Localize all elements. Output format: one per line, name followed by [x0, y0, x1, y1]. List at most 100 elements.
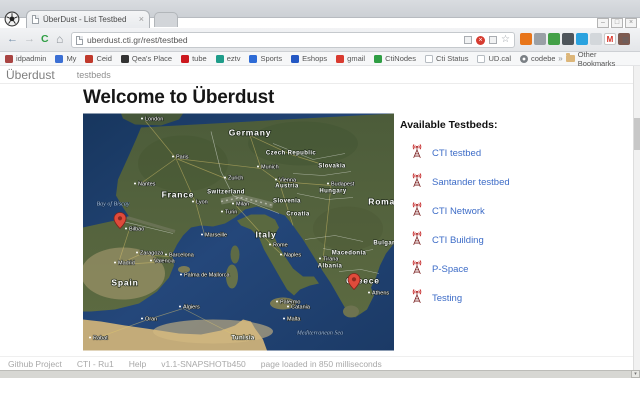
map-label: Madrid [118, 261, 135, 267]
other-bookmarks-label: Other Bookmarks [578, 50, 636, 68]
address-bar[interactable]: × ☆ [71, 32, 515, 48]
bookmark-item[interactable]: Ceid [85, 54, 111, 63]
testbed-link[interactable]: Santander testbed [432, 177, 510, 188]
footer-text: v1.1-SNAPSHOTb450 [161, 359, 246, 369]
extension-icon[interactable] [520, 33, 532, 45]
home-button[interactable]: ⌂ [56, 32, 63, 46]
bookmark-label: Ceid [96, 54, 111, 63]
page-action-icon[interactable] [464, 36, 472, 44]
map-city-dot [221, 211, 223, 213]
map-label: Italy [255, 230, 276, 240]
testbed-link[interactable]: CTI testbed [432, 148, 481, 159]
url-input[interactable] [87, 34, 460, 46]
bookmark-item[interactable]: Qea's Place [121, 54, 172, 63]
bookmark-label: CtiNodes [385, 54, 416, 63]
bookmark-item[interactable]: My [55, 54, 76, 63]
map-label: Malta [287, 317, 301, 323]
bookmark-item[interactable]: Eshops [291, 54, 327, 63]
vertical-scrollbar[interactable] [633, 66, 640, 370]
bookmark-item[interactable]: UD.cal [477, 54, 511, 63]
map-label: Valencia [154, 259, 176, 265]
bookmark-item[interactable]: codebenderio... [520, 54, 555, 63]
map-label: Marseille [205, 233, 227, 239]
map-city-dot [134, 183, 136, 185]
map-label: Mediterranean Sea [296, 331, 343, 337]
page-title: Welcome to Überdust [83, 87, 274, 109]
close-button[interactable]: × [625, 18, 637, 28]
testbed-link[interactable]: P-Space [432, 264, 468, 275]
map-city-dot [257, 166, 259, 168]
map-city-dot [165, 254, 167, 256]
map-label: Turin [225, 210, 237, 216]
adblock-icon[interactable]: × [476, 36, 485, 45]
scrollbar-thumb[interactable] [634, 118, 640, 150]
map-city-dot [125, 228, 127, 230]
testbed-list-item: CTI Network [400, 197, 580, 226]
bookmark-item[interactable]: Cti Status [425, 54, 469, 63]
footer-text: page loaded in 850 milliseconds [261, 359, 382, 369]
europe-map[interactable]: LondonGermanyCzech RepublicParisSlovakia… [83, 113, 394, 351]
map-label: Croatia [286, 212, 310, 218]
map-city-dot [319, 258, 321, 260]
scrollbar-corner[interactable]: ▾ [631, 370, 640, 378]
browser-tab[interactable]: ÜberDust - List Testbed × [26, 10, 150, 28]
bookmark-favicon-icon [181, 55, 189, 63]
bookmark-star-icon[interactable]: ☆ [501, 35, 510, 45]
map-label: Nantes [138, 182, 156, 188]
map-label: Hungary [319, 189, 346, 195]
bookmark-item[interactable]: eztv [216, 54, 241, 63]
testbed-link[interactable]: Testing [432, 293, 462, 304]
tab-title: ÜberDust - List Testbed [43, 15, 135, 24]
site-brand[interactable]: Überdust [0, 68, 55, 82]
map-label: Romania [368, 197, 394, 207]
other-bookmarks-button[interactable]: Other Bookmarks [566, 50, 640, 68]
map-label: Oran [145, 317, 157, 323]
map-label: Athens [372, 291, 389, 297]
map-label: Palma de Mallorca [184, 273, 230, 279]
window-controls: – □ × [597, 18, 637, 28]
testbed-link[interactable]: CTI Network [432, 206, 485, 217]
minimize-button[interactable]: – [597, 18, 609, 28]
forward-button[interactable]: → [24, 33, 35, 45]
bookmark-item[interactable]: tube [181, 54, 207, 63]
extension-icon[interactable] [576, 33, 588, 45]
testbed-link[interactable]: CTI Building [432, 235, 484, 246]
nav-link-testbeds[interactable]: testbeds [55, 70, 111, 80]
reload-button[interactable]: C [41, 33, 49, 45]
map-label: Austria [275, 184, 299, 190]
extension-icon[interactable] [548, 33, 560, 45]
antenna-icon [409, 143, 425, 165]
testbeds-panel: Available Testbeds: CTI testbed [400, 119, 580, 313]
extension-icon[interactable]: M [604, 33, 616, 45]
bookmark-favicon-icon [121, 55, 129, 63]
bookmarks-list: idpadmin My Ceid Qea's Place tube eztv Sports E… [0, 54, 555, 63]
map-label: Rome [273, 243, 288, 249]
footer-link[interactable]: Github Project [8, 359, 62, 369]
bookmarks-overflow-chevron-icon[interactable]: » [555, 54, 565, 63]
page-action-icon-2[interactable] [489, 36, 497, 44]
chrome-menu-icon[interactable]: ≡ [622, 33, 629, 47]
footer-link[interactable]: CTI - Ru1 [77, 359, 114, 369]
profile-avatar-soccer-ball-icon[interactable] [4, 11, 20, 27]
extension-icon[interactable] [590, 33, 602, 45]
extension-icon[interactable] [534, 33, 546, 45]
map-city-dot [201, 234, 203, 236]
map-city-dot [276, 301, 278, 303]
map-city-dot [192, 201, 194, 203]
map-label: Paris [176, 155, 189, 161]
map-label: Spain [111, 278, 138, 288]
footer-link[interactable]: Help [129, 359, 146, 369]
new-tab-button[interactable] [154, 12, 178, 27]
back-button[interactable]: ← [7, 33, 18, 45]
tab-close-icon[interactable]: × [139, 15, 144, 24]
maximize-button[interactable]: □ [611, 18, 623, 28]
bookmark-item[interactable]: gmail [336, 54, 365, 63]
map-label: Tirana [323, 257, 339, 263]
bookmark-item[interactable]: Sports [249, 54, 282, 63]
bookmark-item[interactable]: CtiNodes [374, 54, 416, 63]
extension-icon[interactable] [562, 33, 574, 45]
map-label: Bulgaria [373, 241, 394, 247]
map-label: Bilbao [129, 227, 144, 233]
bookmark-item[interactable]: idpadmin [5, 54, 46, 63]
map-city-dot [280, 254, 282, 256]
